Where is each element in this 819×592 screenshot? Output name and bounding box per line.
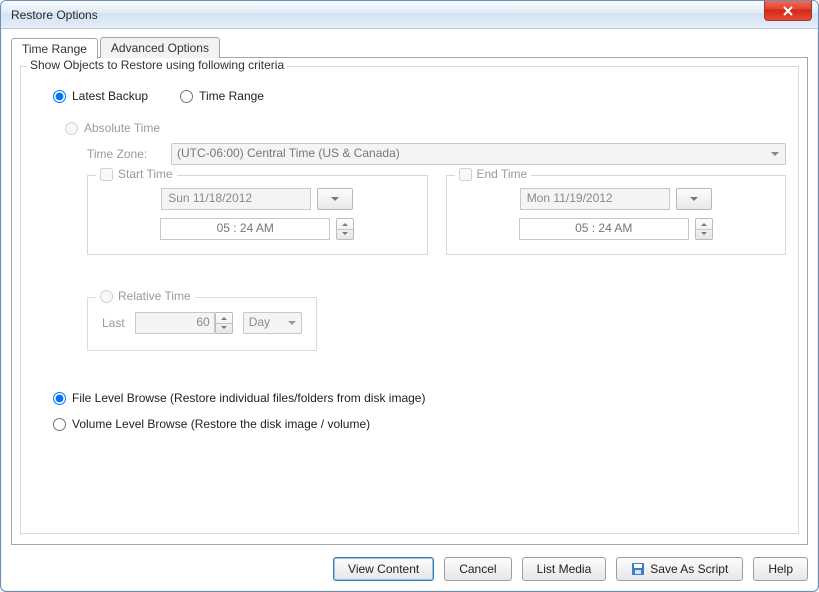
radio-time-range[interactable]: Time Range <box>180 89 264 103</box>
last-value-spinner[interactable] <box>215 312 233 334</box>
radio-latest-backup-label: Latest Backup <box>72 89 148 103</box>
start-time-label: Start Time <box>118 167 173 181</box>
radio-relative-time-label: Relative Time <box>118 289 191 303</box>
end-date-input[interactable]: Mon 11/19/2012 <box>520 188 670 210</box>
start-date-dropdown[interactable] <box>317 188 353 210</box>
end-time-label: End Time <box>477 167 528 181</box>
tab-strip: Time Range Advanced Options <box>11 37 808 58</box>
radio-time-range-input[interactable] <box>180 90 193 103</box>
titlebar-buttons <box>764 1 818 21</box>
start-time-input[interactable]: 05 : 24 AM <box>160 218 330 240</box>
absolute-time-section: Absolute Time Time Zone: (UTC-06:00) Cen… <box>65 121 786 351</box>
last-unit-select[interactable]: Day <box>243 312 302 334</box>
end-time-fieldset: End Time Mon 11/19/2012 05 : 24 AM <box>446 175 787 255</box>
last-value-input[interactable]: 60 <box>135 312 215 334</box>
end-date-dropdown[interactable] <box>676 188 712 210</box>
radio-file-level-browse[interactable]: File Level Browse (Restore individual fi… <box>53 391 786 405</box>
criteria-group: Show Objects to Restore using following … <box>20 66 799 534</box>
start-time-legend: Start Time <box>96 167 177 181</box>
start-date-input[interactable]: Sun 11/18/2012 <box>161 188 311 210</box>
dialog-footer: View Content Cancel List Media Save As S… <box>11 545 808 581</box>
radio-absolute-time-label: Absolute Time <box>84 121 160 135</box>
criteria-label: Show Objects to Restore using following … <box>27 58 287 72</box>
tab-page-time-range: Show Objects to Restore using following … <box>11 57 808 545</box>
radio-relative-time-input <box>100 290 113 303</box>
end-time-checkbox <box>459 168 472 181</box>
relative-time-legend: Relative Time <box>96 289 195 303</box>
tab-time-range[interactable]: Time Range <box>11 38 98 59</box>
radio-time-range-label: Time Range <box>199 89 264 103</box>
timezone-select[interactable]: (UTC-06:00) Central Time (US & Canada) <box>171 143 786 165</box>
end-time-spinner[interactable] <box>695 218 713 240</box>
timezone-row: Time Zone: (UTC-06:00) Central Time (US … <box>87 143 786 165</box>
close-button[interactable] <box>764 1 812 21</box>
start-time-fieldset: Start Time Sun 11/18/2012 05 : 24 AM <box>87 175 428 255</box>
save-as-script-label: Save As Script <box>650 562 728 576</box>
start-time-spinner[interactable] <box>336 218 354 240</box>
view-content-button[interactable]: View Content <box>333 557 434 581</box>
timezone-label: Time Zone: <box>87 147 151 161</box>
restore-options-window: Restore Options Time Range Advanced Opti… <box>0 0 819 592</box>
timezone-value: (UTC-06:00) Central Time (US & Canada) <box>177 146 400 160</box>
titlebar: Restore Options <box>1 1 818 29</box>
browse-mode-block: File Level Browse (Restore individual fi… <box>53 391 786 431</box>
last-label: Last <box>102 316 125 330</box>
window-title: Restore Options <box>11 8 98 22</box>
backup-mode-row: Latest Backup Time Range <box>53 89 786 103</box>
radio-file-level-browse-input[interactable] <box>53 392 66 405</box>
relative-time-fieldset: Relative Time Last 60 Day <box>87 297 317 351</box>
floppy-disk-icon <box>631 562 645 576</box>
radio-volume-level-browse[interactable]: Volume Level Browse (Restore the disk im… <box>53 417 786 431</box>
end-time-input[interactable]: 05 : 24 AM <box>519 218 689 240</box>
radio-volume-level-browse-label: Volume Level Browse (Restore the disk im… <box>72 417 370 431</box>
time-groups: Start Time Sun 11/18/2012 05 : 24 AM <box>87 175 786 255</box>
last-unit-value: Day <box>249 315 270 329</box>
radio-latest-backup[interactable]: Latest Backup <box>53 89 148 103</box>
cancel-button[interactable]: Cancel <box>444 557 511 581</box>
radio-volume-level-browse-input[interactable] <box>53 418 66 431</box>
tab-advanced-options[interactable]: Advanced Options <box>100 37 220 58</box>
radio-latest-backup-input[interactable] <box>53 90 66 103</box>
radio-absolute-time-input <box>65 122 78 135</box>
list-media-button[interactable]: List Media <box>522 557 607 581</box>
client-area: Time Range Advanced Options Show Objects… <box>1 29 818 591</box>
start-time-checkbox <box>100 168 113 181</box>
radio-absolute-time[interactable]: Absolute Time <box>65 121 786 135</box>
help-button[interactable]: Help <box>753 557 808 581</box>
radio-file-level-browse-label: File Level Browse (Restore individual fi… <box>72 391 425 405</box>
close-icon <box>782 5 794 17</box>
end-time-legend: End Time <box>455 167 532 181</box>
save-as-script-button[interactable]: Save As Script <box>616 557 743 581</box>
